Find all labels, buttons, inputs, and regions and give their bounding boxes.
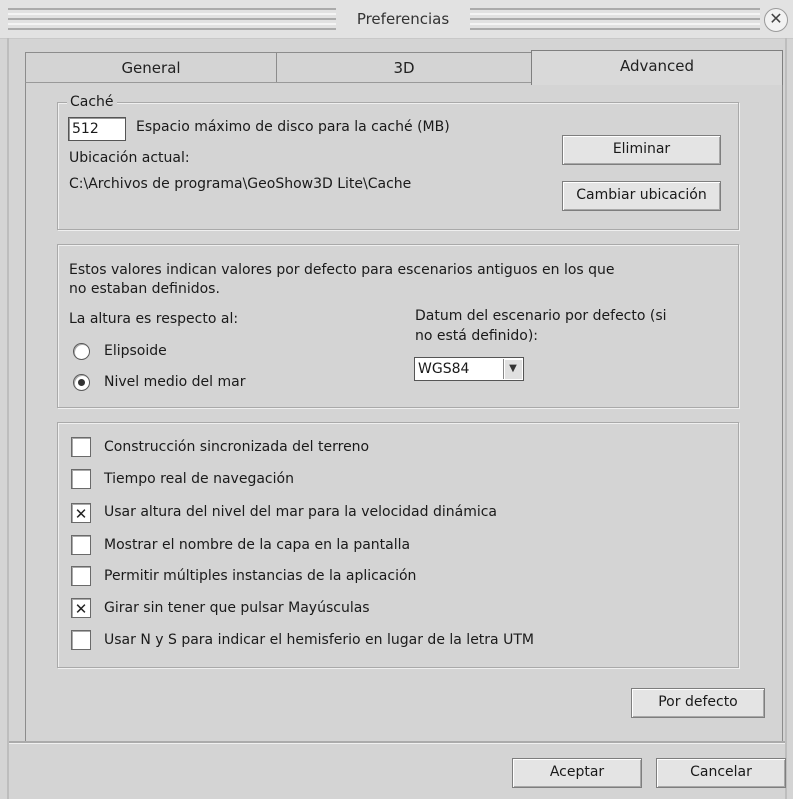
datum-label-line2: no está definido): [415, 328, 539, 344]
checkbox-show-layer-name[interactable] [71, 535, 91, 555]
checkbox-rotate-without-shift[interactable]: ✕ [71, 598, 91, 618]
checkbox-sea-level-speed-label[interactable]: Usar altura del nivel del mar para la ve… [104, 504, 497, 520]
change-location-button[interactable]: Cambiar ubicación [562, 181, 721, 211]
cache-size-input[interactable]: 512 [68, 117, 126, 141]
radio-nivel-medio-mar[interactable] [73, 374, 90, 391]
datum-select-value: WGS84 [418, 361, 470, 377]
checkbox-sea-level-speed[interactable]: ✕ [71, 503, 91, 523]
checkbox-sync-terrain-label[interactable]: Construcción sincronizada del terreno [104, 439, 369, 455]
checkbox-realtime-navigation[interactable] [71, 469, 91, 489]
delete-cache-button[interactable]: Eliminar [562, 135, 721, 165]
close-icon[interactable]: ✕ [764, 8, 788, 32]
footer-separator [9, 741, 785, 744]
cache-location-label: Ubicación actual: [69, 150, 190, 166]
checkbox-multiple-instances-label[interactable]: Permitir múltiples instancias de la apli… [104, 568, 416, 584]
defaults-intro-line1: Estos valores indican valores por defect… [69, 262, 615, 278]
cache-location-path: C:\Archivos de programa\GeoShow3D Lite\C… [69, 176, 412, 192]
datum-label-line1: Datum del escenario por defecto (si [415, 308, 667, 324]
checkbox-ns-hemisphere-label[interactable]: Usar N y S para indicar el hemisferio en… [104, 632, 534, 648]
checkbox-show-layer-name-label[interactable]: Mostrar el nombre de la capa en la panta… [104, 537, 410, 553]
restore-defaults-button[interactable]: Por defecto [631, 688, 765, 718]
window-frame-left [7, 38, 9, 799]
defaults-intro-line2: no estaban definidos. [69, 281, 220, 297]
window-title: Preferencias [336, 8, 470, 30]
radio-elipsoide[interactable] [73, 343, 90, 360]
title-bar-grip-right [470, 8, 760, 30]
window-frame-right [785, 38, 787, 799]
cache-size-label: Espacio máximo de disco para la caché (M… [136, 119, 450, 135]
checkbox-multiple-instances[interactable] [71, 566, 91, 586]
checkbox-sync-terrain[interactable] [71, 437, 91, 457]
tab-general[interactable]: General [25, 52, 277, 83]
height-reference-label: La altura es respecto al: [69, 311, 239, 327]
accept-button[interactable]: Aceptar [512, 758, 642, 788]
tab-advanced[interactable]: Advanced [531, 50, 783, 85]
datum-select[interactable]: WGS84 ▼ [414, 357, 524, 381]
title-bar[interactable]: Preferencias ✕ [0, 0, 793, 39]
chevron-down-icon[interactable]: ▼ [503, 359, 522, 379]
checkbox-realtime-navigation-label[interactable]: Tiempo real de navegación [104, 471, 294, 487]
radio-nivel-medio-mar-label[interactable]: Nivel medio del mar [104, 374, 245, 390]
radio-selected-dot [78, 379, 85, 386]
cancel-button[interactable]: Cancelar [656, 758, 786, 788]
checkbox-rotate-without-shift-label[interactable]: Girar sin tener que pulsar Mayúsculas [104, 600, 370, 616]
tab-3d[interactable]: 3D [276, 52, 532, 83]
radio-elipsoide-label[interactable]: Elipsoide [104, 343, 167, 359]
title-bar-grip-left [8, 8, 336, 30]
cache-group-legend: Caché [67, 94, 117, 110]
checkbox-ns-hemisphere[interactable] [71, 630, 91, 650]
